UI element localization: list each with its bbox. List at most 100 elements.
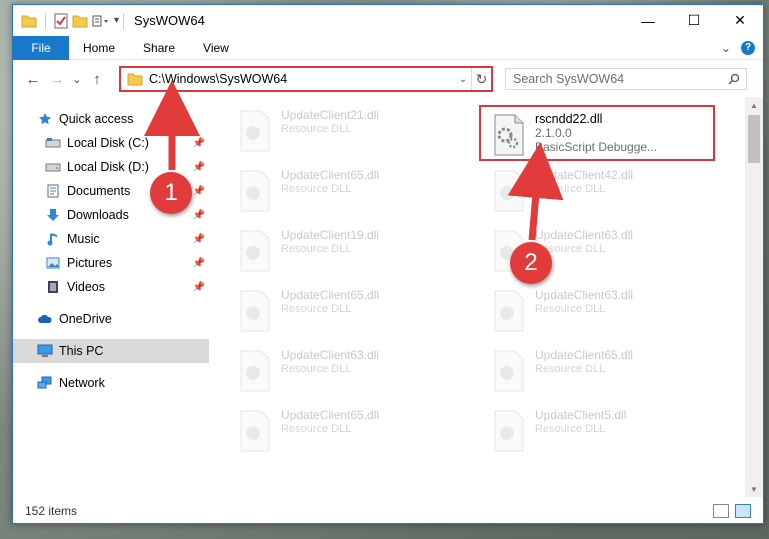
dll-file-icon [240,170,270,212]
forward-button[interactable]: → [45,71,69,88]
sidebar-item-pictures[interactable]: Pictures 📌 [13,251,209,275]
scroll-up-icon[interactable]: ▲ [745,97,763,113]
sidebar-item-onedrive[interactable]: OneDrive [13,307,209,331]
file-name: UpdateClient63.dll [535,288,634,302]
sidebar-item-videos[interactable]: Videos 📌 [13,275,209,299]
new-folder-icon[interactable] [72,14,88,28]
file-type: Resource DLL [535,363,606,375]
address-path[interactable]: C:\Windows\SysWOW64 [149,72,455,86]
file-type: Resource DLL [281,183,352,195]
pin-icon[interactable]: 📌 [193,258,205,269]
dll-file-icon [240,290,270,332]
list-item[interactable]: UpdateClient19.dll Resource DLL [229,223,469,279]
file-type: Resource DLL [281,303,352,315]
title-bar: ▾ SysWOW64 — ☐ ✕ [13,5,763,36]
music-icon [45,231,61,247]
details-view-icon[interactable] [713,504,729,518]
pin-icon[interactable]: 📌 [193,282,205,293]
address-bar[interactable]: C:\Windows\SysWOW64 ⌄ ↻ [119,66,493,92]
window-controls: — ☐ ✕ [625,5,763,36]
sidebar-item-label: Downloads [67,208,129,222]
search-placeholder: Search SysWOW64 [513,72,625,86]
sidebar-item-label: Videos [67,280,105,294]
search-box[interactable]: Search SysWOW64 [505,68,747,90]
folder-icon [21,15,37,27]
tab-home[interactable]: Home [69,36,129,60]
sidebar-item-network[interactable]: Network [13,371,209,395]
file-name: UpdateClient65.dll [281,288,380,302]
dll-file-icon [240,110,270,152]
pin-icon[interactable]: 📌 [193,186,205,197]
separator [123,12,125,29]
list-item[interactable]: UpdateClient65.dll Resource DLL [229,403,469,459]
dll-file-icon [494,170,524,212]
tab-file[interactable]: File [13,35,69,60]
view-toggle [713,504,763,518]
pin-icon[interactable]: 📌 [193,138,205,149]
expand-ribbon-icon[interactable]: ⌄ [721,41,731,55]
up-button[interactable]: ↑ [85,71,109,88]
network-icon [37,375,53,391]
list-item[interactable]: UpdateClient65.dll Resource DLL [229,283,469,339]
address-dropdown-icon[interactable]: ⌄ [455,74,471,85]
vertical-scrollbar[interactable]: ▲ ▼ [745,97,763,497]
videos-icon [45,279,61,295]
sidebar-item-local-disk-c[interactable]: Local Disk (C:) 📌 [13,131,209,155]
scroll-down-icon[interactable]: ▼ [745,481,763,497]
sidebar-item-label: Documents [67,184,131,198]
tiles-view-icon[interactable] [735,504,751,518]
scroll-thumb[interactable] [748,115,760,163]
tab-share[interactable]: Share [129,36,189,60]
file-type: Resource DLL [535,423,606,435]
pin-icon[interactable]: 📌 [193,210,205,221]
sidebar-item-label: Local Disk (C:) [67,136,149,150]
ribbon-tabs: File Home Share View ⌄ ? [13,35,763,60]
list-item[interactable]: UpdateClient65.dll Resource DLL [229,163,469,219]
sidebar-item-label: Pictures [67,256,113,270]
star-icon [37,111,53,127]
sidebar-item-this-pc[interactable]: This PC [13,339,209,363]
minimize-button[interactable]: — [625,5,671,36]
sidebar-item-label: This PC [59,344,104,358]
cloud-icon [37,311,53,327]
step-badge-1: 1 [150,172,192,214]
sidebar-item-music[interactable]: Music 📌 [13,227,209,251]
file-type: Resource DLL [281,423,352,435]
sidebar-item-label: Quick access [59,112,134,126]
pin-icon[interactable]: 📌 [193,234,205,245]
dll-file-icon [240,410,270,452]
list-item[interactable]: UpdateClient5.dll Resource DLL [483,403,723,459]
list-item[interactable]: UpdateClient65.dll Resource DLL [483,343,723,399]
ribbon-right: ⌄ ? [721,40,763,55]
dll-file-icon [494,410,524,452]
sidebar-item-label: Music [67,232,100,246]
list-item[interactable]: UpdateClient63.dll Resource DLL [229,343,469,399]
pin-icon[interactable]: 📌 [193,162,205,173]
quick-access-toolbar: ▾ [13,12,119,29]
refresh-button[interactable]: ↻ [471,68,491,90]
documents-icon [45,183,61,199]
list-item[interactable]: UpdateClient21.dll Resource DLL [229,103,469,159]
status-bar: 152 items [13,499,763,523]
close-button[interactable]: ✕ [717,5,763,36]
list-item[interactable]: UpdateClient42.dll Resource DLL [483,163,723,219]
list-item[interactable]: UpdateClient63.dll Resource DLL [483,283,723,339]
file-type: Resource DLL [535,183,606,195]
file-type: Resource DLL [535,303,606,315]
item-count: 152 items [25,504,78,518]
back-button[interactable]: ← [21,71,45,88]
tab-view[interactable]: View [189,36,243,60]
help-icon[interactable]: ? [741,40,755,55]
file-name: UpdateClient65.dll [281,168,380,182]
sidebar-item-quick-access[interactable]: Quick access [13,107,209,131]
qat-dropdown-icon[interactable]: ▾ [114,15,119,26]
recent-locations-button[interactable]: ⌄ [69,73,85,86]
file-name: UpdateClient63.dll [281,348,380,362]
customize-icon[interactable] [92,14,110,28]
sidebar-item-label: Network [59,376,105,390]
separator [45,12,46,29]
properties-icon[interactable] [54,13,68,29]
file-type: Resource DLL [281,363,352,375]
maximize-button[interactable]: ☐ [671,5,717,36]
file-list: UpdateClient21.dll Resource DLL UpdateCli… [209,97,745,497]
